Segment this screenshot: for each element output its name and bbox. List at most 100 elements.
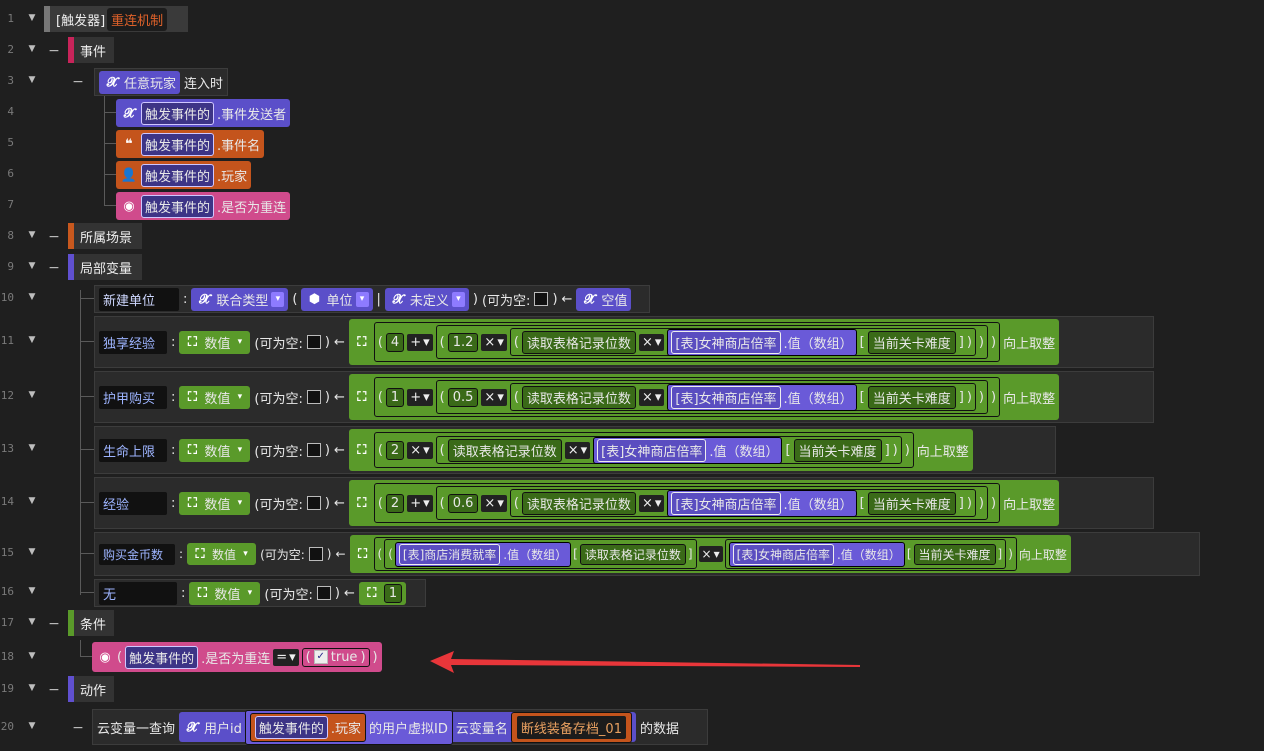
var-name-field[interactable]: 新建单位 (99, 287, 179, 311)
player-ref[interactable]: 触发事件的 .玩家 (249, 712, 367, 742)
round-up-expr[interactable]: ( 4 + ▾ ( 1.2 × ▾ ( 读取表格记录位数 × ▾ [表]女神商店倍率.… (373, 322, 1001, 362)
operator-select[interactable]: + ▾ (407, 333, 433, 351)
number-literal[interactable]: 1 (385, 387, 405, 407)
stage-difficulty[interactable]: 当前关卡难度 (793, 438, 882, 462)
dropdown-icon[interactable]: ▾ (355, 291, 369, 307)
section-condition[interactable]: 条件 (68, 610, 114, 636)
round-up-expr[interactable]: ( ( [表]商店消费就率 .值（数组） [读取表格记录位数] × ▾ [表]女神商… (373, 537, 1017, 571)
round-up-expr[interactable]: ( 1 + ▾ ( 0.5 × ▾ ( 读取表格记录位数 × ▾ [表]女神商店倍率.… (373, 377, 1001, 417)
collapse-toggle[interactable]: − (72, 75, 84, 89)
expression-block[interactable]: ⛶ ( 2 × ▾ ( 读取表格记录位数 × ▾ [表]女神商店倍率 .值（数组） [… (348, 429, 973, 471)
var-name-field[interactable]: 护甲购买 (99, 385, 167, 409)
stage-difficulty[interactable]: 当前关卡难度 (867, 330, 956, 354)
nullable-checkbox[interactable] (316, 586, 331, 600)
event-param[interactable]: 👤 触发事件的 .玩家 (116, 161, 252, 189)
var-row[interactable]: 新建单位 : 𝓧 联合类型 ▾ ( ⬢ 单位 ▾ | 𝓧 未定义 ▾ ) (可为… (94, 285, 650, 313)
collapse-toggle[interactable]: − (48, 261, 60, 275)
collapse-toggle[interactable]: ▼ (26, 390, 38, 400)
collapse-toggle[interactable]: ▼ (26, 683, 38, 693)
collapse-toggle[interactable]: ▼ (26, 44, 38, 54)
var-row[interactable]: 生命上限 : ⛶ 数值 ▾ (可为空:) ← ⛶ ( 2 × ▾ ( 读取表格记录位数… (94, 426, 1056, 474)
collapse-toggle[interactable]: ▼ (26, 721, 38, 731)
dropdown-icon[interactable]: ▾ (233, 495, 247, 511)
operator-select[interactable]: × ▾ (638, 494, 665, 512)
operator-select[interactable]: = ▾ (273, 648, 299, 666)
operator-select[interactable]: + ▾ (407, 494, 433, 512)
expression-block[interactable]: ⛶ ( 4 + ▾ ( 1.2 × ▾ ( 读取表格记录位数 × ▾ [表]女神商店倍… (348, 319, 1060, 365)
undefined-type[interactable]: 𝓧 未定义 ▾ (384, 287, 469, 311)
union-type[interactable]: 𝓧 联合类型 ▾ (191, 287, 289, 311)
number-type[interactable]: ⛶ 数值 ▾ (189, 581, 261, 605)
expression-block[interactable]: ⛶ ( 2 + ▾ ( 0.6 × ▾ ( 读取表格记录位数 × ▾ [表]女神商店倍… (348, 480, 1060, 526)
var-name-field[interactable]: 生命上限 (99, 438, 167, 462)
collapse-toggle[interactable]: ▼ (26, 443, 38, 453)
trigger-name[interactable]: 重连机制 (107, 7, 168, 31)
round-up-expr[interactable]: ( 2 × ▾ ( 读取表格记录位数 × ▾ [表]女神商店倍率 .值（数组） [当前… (373, 432, 914, 468)
read-table-func[interactable]: 读取表格记录位数 (521, 330, 636, 354)
expression-block[interactable]: ⛶ ( 1 + ▾ ( 0.5 × ▾ ( 读取表格记录位数 × ▾ [表]女神商店倍… (348, 374, 1060, 420)
operator-select[interactable]: × ▾ (638, 388, 665, 406)
operator-select[interactable]: × ▾ (407, 441, 433, 459)
param-source[interactable]: 触发事件的 (254, 715, 328, 739)
param-source[interactable]: 触发事件的 (141, 163, 215, 187)
number-type[interactable]: ⛶ 数值 ▾ (187, 543, 257, 565)
expression-block[interactable]: ⛶ ( ( [表]商店消费就率 .值（数组） [读取表格记录位数] × ▾ [表]女… (349, 535, 1071, 573)
read-table-func[interactable]: 读取表格记录位数 (521, 491, 636, 515)
collapse-toggle[interactable]: ▼ (26, 547, 38, 557)
collapse-toggle[interactable]: ▼ (26, 230, 38, 240)
user-id-block[interactable]: 𝓧 用户id 触发事件的 .玩家 的用户虚拟ID 云变量名 断线装备存档_01 (179, 709, 636, 745)
dropdown-icon[interactable]: ▾ (239, 546, 253, 562)
collapse-toggle[interactable]: ▼ (26, 75, 38, 85)
event-node[interactable]: 𝓧 任意玩家 连入时 (94, 68, 229, 96)
collapse-toggle[interactable]: ▼ (26, 335, 38, 345)
table-ref[interactable]: [表]女神商店倍率 .值（数组） (667, 328, 857, 356)
read-table-func[interactable]: 读取表格记录位数 (447, 438, 562, 462)
number-literal[interactable]: 0.6 (447, 493, 479, 513)
var-row[interactable]: 购买金币数 : ⛶ 数值 ▾ (可为空:) ← ⛶ ( ( [表]商店消费就率 .值（… (94, 532, 1200, 576)
number-literal[interactable]: 1 (383, 583, 403, 603)
number-type[interactable]: ⛶ 数值 ▾ (179, 385, 251, 409)
dropdown-icon[interactable]: ▾ (451, 291, 465, 307)
param-source[interactable]: 触发事件的 (125, 645, 199, 669)
section-action[interactable]: 动作 (68, 676, 114, 702)
operator-select[interactable]: + ▾ (407, 388, 433, 406)
var-name-field[interactable]: 购买金币数 (99, 543, 175, 565)
var-name-ref[interactable]: 断线装备存档_01 (510, 711, 632, 743)
condition-expr[interactable]: ◉ ( 触发事件的 .是否为重连 = ▾ ( ✓ true ) ) (92, 642, 382, 672)
number-literal[interactable]: 2 (385, 493, 405, 513)
operator-select[interactable]: × ▾ (638, 333, 665, 351)
param-source[interactable]: 触发事件的 (141, 194, 215, 218)
operator-select[interactable]: × ▾ (481, 388, 507, 406)
number-type[interactable]: ⛶ 数值 ▾ (179, 330, 251, 354)
number-literal[interactable]: 2 (385, 440, 405, 460)
event-param[interactable]: ❝ 触发事件的 .事件名 (116, 130, 265, 158)
nullable-checkbox[interactable] (534, 292, 549, 306)
nullable-checkbox[interactable] (306, 443, 321, 457)
section-event[interactable]: 事件 (68, 37, 114, 63)
table-ref[interactable]: [表]女神商店倍率 .值（数组） (667, 489, 857, 517)
event-param[interactable]: 𝓧 触发事件的 .事件发送者 (116, 99, 291, 127)
collapse-toggle[interactable]: ▼ (26, 13, 38, 23)
action-row[interactable]: 云变量一查询 𝓧 用户id 触发事件的 .玩家 的用户虚拟ID 云变量名 断线装… (92, 709, 708, 745)
any-player-block[interactable]: 𝓧 任意玩家 (99, 70, 181, 94)
section-local-vars[interactable]: 局部变量 (68, 254, 142, 280)
number-literal[interactable]: 0.5 (447, 387, 479, 407)
var-row[interactable]: 经验 : ⛶ 数值 ▾ (可为空:) ← ⛶ ( 2 + ▾ ( 0.6 × ▾ ( 读… (94, 477, 1154, 529)
var-name-field[interactable]: 独享经验 (99, 330, 167, 354)
collapse-toggle[interactable]: ▼ (26, 292, 38, 302)
dropdown-icon[interactable]: ▾ (271, 291, 285, 307)
dropdown-icon[interactable]: ▾ (233, 334, 247, 350)
number-literal[interactable]: 1.2 (447, 332, 479, 352)
nullable-checkbox[interactable] (306, 335, 321, 349)
var-row[interactable]: 无 : ⛶ 数值 ▾ (可为空:) ← ⛶ 1 (94, 579, 426, 607)
collapse-toggle[interactable]: ▼ (26, 261, 38, 271)
table-ref[interactable]: [表]商店消费就率 .值（数组） (394, 541, 572, 567)
collapse-toggle[interactable]: ▼ (26, 496, 38, 506)
read-table-func[interactable]: 读取表格记录位数 (521, 385, 636, 409)
collapse-toggle[interactable]: − (72, 721, 84, 735)
event-param[interactable]: ◉ 触发事件的 .是否为重连 (116, 192, 291, 220)
dropdown-icon[interactable]: ▾ (243, 585, 257, 601)
var-name-field[interactable]: 经验 (99, 491, 167, 515)
expression-block[interactable]: ⛶ 1 (358, 581, 407, 605)
read-table-func[interactable]: 读取表格记录位数 (579, 543, 686, 565)
